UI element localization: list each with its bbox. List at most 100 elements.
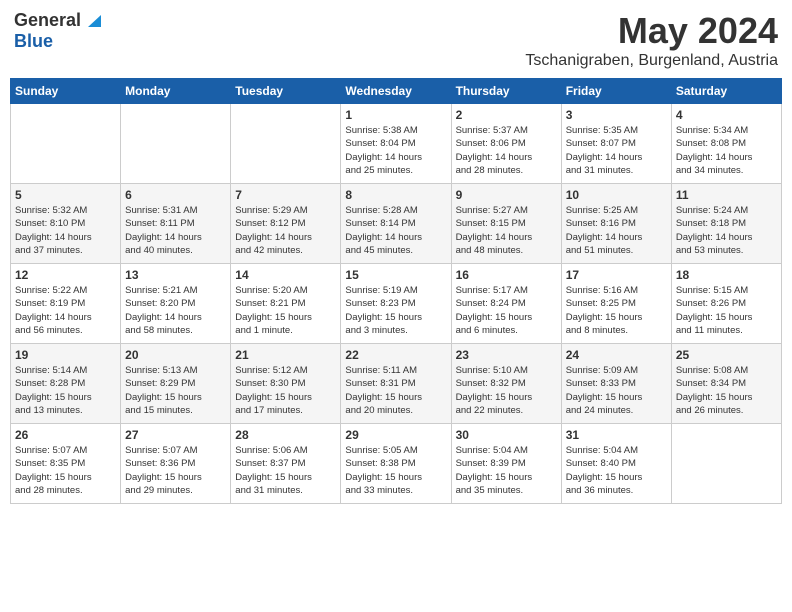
- day-cell: 17Sunrise: 5:16 AM Sunset: 8:25 PM Dayli…: [561, 264, 671, 344]
- day-cell: [11, 104, 121, 184]
- week-row-3: 12Sunrise: 5:22 AM Sunset: 8:19 PM Dayli…: [11, 264, 782, 344]
- day-cell: 15Sunrise: 5:19 AM Sunset: 8:23 PM Dayli…: [341, 264, 451, 344]
- day-info: Sunrise: 5:31 AM Sunset: 8:11 PM Dayligh…: [125, 204, 226, 257]
- day-cell: 14 Sunrise: 5:20 AM Sunset: 8:21 PM Dayli…: [231, 264, 341, 344]
- weekday-header-saturday: Saturday: [671, 79, 781, 104]
- day-info: Sunrise: 5:28 AM Sunset: 8:14 PM Dayligh…: [345, 204, 446, 257]
- day-number: 8: [345, 188, 446, 202]
- day-number: 29: [345, 428, 446, 442]
- day-number: 14: [235, 268, 336, 282]
- day-cell: 5 Sunrise: 5:32 AM Sunset: 8:10 PM Daylig…: [11, 184, 121, 264]
- day-number: 3: [566, 108, 667, 122]
- day-number: 26: [15, 428, 116, 442]
- day-cell: 29Sunrise: 5:05 AM Sunset: 8:38 PM Dayli…: [341, 424, 451, 504]
- day-info: Sunrise: 5:04 AM Sunset: 8:40 PM Dayligh…: [566, 444, 667, 497]
- day-number: 2: [456, 108, 557, 122]
- day-info: Sunrise: 5:19 AM Sunset: 8:23 PM Dayligh…: [345, 284, 446, 337]
- day-number: 6: [125, 188, 226, 202]
- day-cell: 7Sunrise: 5:29 AM Sunset: 8:12 PM Daylig…: [231, 184, 341, 264]
- weekday-header-sunday: Sunday: [11, 79, 121, 104]
- day-cell: 20Sunrise: 5:13 AM Sunset: 8:29 PM Dayli…: [121, 344, 231, 424]
- weekday-header-monday: Monday: [121, 79, 231, 104]
- day-info: Sunrise: 5:11 AM Sunset: 8:31 PM Dayligh…: [345, 364, 446, 417]
- day-info: Sunrise: 5:17 AM Sunset: 8:24 PM Dayligh…: [456, 284, 557, 337]
- header-row: SundayMondayTuesdayWednesdayThursdayFrid…: [11, 79, 782, 104]
- day-info: Sunrise: 5:20 AM Sunset: 8:21 PM Dayligh…: [235, 284, 336, 337]
- day-info: Sunrise: 5:06 AM Sunset: 8:37 PM Dayligh…: [235, 444, 336, 497]
- day-info: Sunrise: 5:07 AM Sunset: 8:36 PM Dayligh…: [125, 444, 226, 497]
- page-header: General Blue May 2024 Tschanigraben, Bur…: [10, 10, 782, 70]
- day-number: 25: [676, 348, 777, 362]
- logo-general-text: General: [14, 10, 81, 31]
- day-cell: 21 Sunrise: 5:12 AM Sunset: 8:30 PM Dayli…: [231, 344, 341, 424]
- calendar-table: SundayMondayTuesdayWednesdayThursdayFrid…: [10, 78, 782, 504]
- day-cell: 30 Sunrise: 5:04 AM Sunset: 8:39 PM Dayli…: [451, 424, 561, 504]
- day-number: 21: [235, 348, 336, 362]
- day-cell: 25 Sunrise: 5:08 AM Sunset: 8:34 PM Dayli…: [671, 344, 781, 424]
- day-cell: 6 Sunrise: 5:31 AM Sunset: 8:11 PM Daylig…: [121, 184, 231, 264]
- logo: General Blue: [14, 10, 101, 52]
- day-cell: 8 Sunrise: 5:28 AM Sunset: 8:14 PM Daylig…: [341, 184, 451, 264]
- day-number: 28: [235, 428, 336, 442]
- day-number: 1: [345, 108, 446, 122]
- day-number: 17: [566, 268, 667, 282]
- logo-blue-text: Blue: [14, 31, 53, 51]
- day-info: Sunrise: 5:10 AM Sunset: 8:32 PM Dayligh…: [456, 364, 557, 417]
- day-number: 12: [15, 268, 116, 282]
- day-info: Sunrise: 5:29 AM Sunset: 8:12 PM Dayligh…: [235, 204, 336, 257]
- day-number: 23: [456, 348, 557, 362]
- day-number: 13: [125, 268, 226, 282]
- day-number: 22: [345, 348, 446, 362]
- day-cell: 11 Sunrise: 5:24 AM Sunset: 8:18 PM Dayli…: [671, 184, 781, 264]
- month-title: May 2024: [525, 10, 778, 52]
- day-number: 11: [676, 188, 777, 202]
- day-info: Sunrise: 5:24 AM Sunset: 8:18 PM Dayligh…: [676, 204, 777, 257]
- day-info: Sunrise: 5:32 AM Sunset: 8:10 PM Dayligh…: [15, 204, 116, 257]
- day-info: Sunrise: 5:37 AM Sunset: 8:06 PM Dayligh…: [456, 124, 557, 177]
- day-info: Sunrise: 5:21 AM Sunset: 8:20 PM Dayligh…: [125, 284, 226, 337]
- day-info: Sunrise: 5:12 AM Sunset: 8:30 PM Dayligh…: [235, 364, 336, 417]
- day-cell: 9 Sunrise: 5:27 AM Sunset: 8:15 PM Daylig…: [451, 184, 561, 264]
- week-row-4: 19Sunrise: 5:14 AM Sunset: 8:28 PM Dayli…: [11, 344, 782, 424]
- day-info: Sunrise: 5:08 AM Sunset: 8:34 PM Dayligh…: [676, 364, 777, 417]
- location-title: Tschanigraben, Burgenland, Austria: [525, 52, 778, 70]
- day-number: 20: [125, 348, 226, 362]
- day-number: 30: [456, 428, 557, 442]
- day-number: 19: [15, 348, 116, 362]
- day-number: 5: [15, 188, 116, 202]
- day-info: Sunrise: 5:04 AM Sunset: 8:39 PM Dayligh…: [456, 444, 557, 497]
- day-cell: 13 Sunrise: 5:21 AM Sunset: 8:20 PM Dayli…: [121, 264, 231, 344]
- day-number: 16: [456, 268, 557, 282]
- day-info: Sunrise: 5:09 AM Sunset: 8:33 PM Dayligh…: [566, 364, 667, 417]
- day-cell: 19Sunrise: 5:14 AM Sunset: 8:28 PM Dayli…: [11, 344, 121, 424]
- day-info: Sunrise: 5:34 AM Sunset: 8:08 PM Dayligh…: [676, 124, 777, 177]
- day-info: Sunrise: 5:07 AM Sunset: 8:35 PM Dayligh…: [15, 444, 116, 497]
- day-cell: 16 Sunrise: 5:17 AM Sunset: 8:24 PM Dayli…: [451, 264, 561, 344]
- day-number: 27: [125, 428, 226, 442]
- title-block: May 2024 Tschanigraben, Burgenland, Aust…: [525, 10, 778, 70]
- weekday-header-thursday: Thursday: [451, 79, 561, 104]
- day-cell: [231, 104, 341, 184]
- day-cell: 23 Sunrise: 5:10 AM Sunset: 8:32 PM Dayli…: [451, 344, 561, 424]
- day-number: 24: [566, 348, 667, 362]
- week-row-1: 1 Sunrise: 5:38 AM Sunset: 8:04 PM Daylig…: [11, 104, 782, 184]
- week-row-5: 26 Sunrise: 5:07 AM Sunset: 8:35 PM Dayli…: [11, 424, 782, 504]
- day-cell: 26 Sunrise: 5:07 AM Sunset: 8:35 PM Dayli…: [11, 424, 121, 504]
- day-info: Sunrise: 5:38 AM Sunset: 8:04 PM Dayligh…: [345, 124, 446, 177]
- weekday-header-tuesday: Tuesday: [231, 79, 341, 104]
- day-number: 4: [676, 108, 777, 122]
- day-info: Sunrise: 5:35 AM Sunset: 8:07 PM Dayligh…: [566, 124, 667, 177]
- day-info: Sunrise: 5:25 AM Sunset: 8:16 PM Dayligh…: [566, 204, 667, 257]
- day-cell: 24 Sunrise: 5:09 AM Sunset: 8:33 PM Dayli…: [561, 344, 671, 424]
- day-info: Sunrise: 5:27 AM Sunset: 8:15 PM Dayligh…: [456, 204, 557, 257]
- day-cell: [121, 104, 231, 184]
- day-cell: 28 Sunrise: 5:06 AM Sunset: 8:37 PM Dayli…: [231, 424, 341, 504]
- day-cell: 2 Sunrise: 5:37 AM Sunset: 8:06 PM Daylig…: [451, 104, 561, 184]
- day-cell: 27 Sunrise: 5:07 AM Sunset: 8:36 PM Dayli…: [121, 424, 231, 504]
- day-cell: [671, 424, 781, 504]
- day-number: 31: [566, 428, 667, 442]
- day-number: 9: [456, 188, 557, 202]
- weekday-header-friday: Friday: [561, 79, 671, 104]
- day-cell: 12Sunrise: 5:22 AM Sunset: 8:19 PM Dayli…: [11, 264, 121, 344]
- day-cell: 22 Sunrise: 5:11 AM Sunset: 8:31 PM Dayli…: [341, 344, 451, 424]
